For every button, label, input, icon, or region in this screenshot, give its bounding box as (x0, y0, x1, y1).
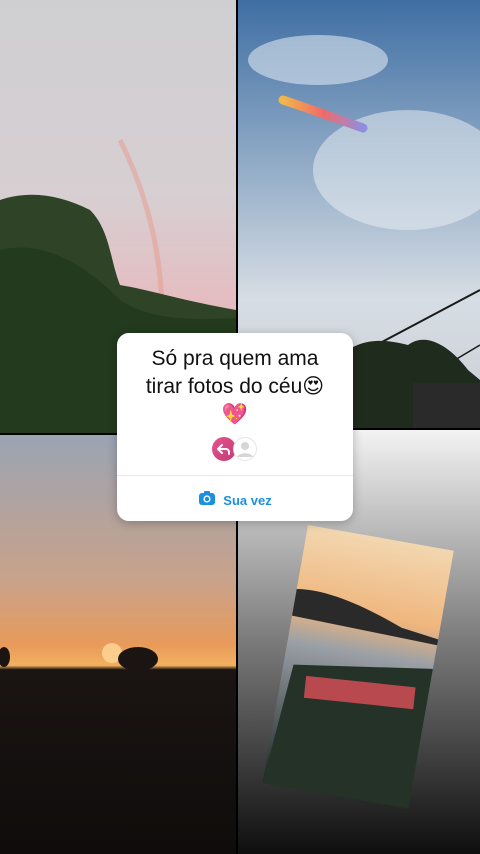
your-turn-button[interactable]: Sua vez (117, 489, 353, 511)
question-line-2: tirar fotos do céu😍 (145, 375, 325, 398)
camera-icon (198, 490, 216, 511)
your-turn-label: Sua vez (223, 492, 272, 508)
question-line-3: 💖 (221, 403, 249, 426)
sticker-divider (117, 475, 353, 476)
sticker-question-text: Só pra quem ama tirar fotos do céu😍 💖 (127, 345, 343, 429)
reply-avatars (117, 436, 353, 462)
question-line-1: Só pra quem ama (151, 347, 319, 370)
question-sticker[interactable]: Só pra quem ama tirar fotos do céu😍 💖 Su… (117, 333, 353, 521)
avatar-placeholder-icon (233, 437, 257, 461)
